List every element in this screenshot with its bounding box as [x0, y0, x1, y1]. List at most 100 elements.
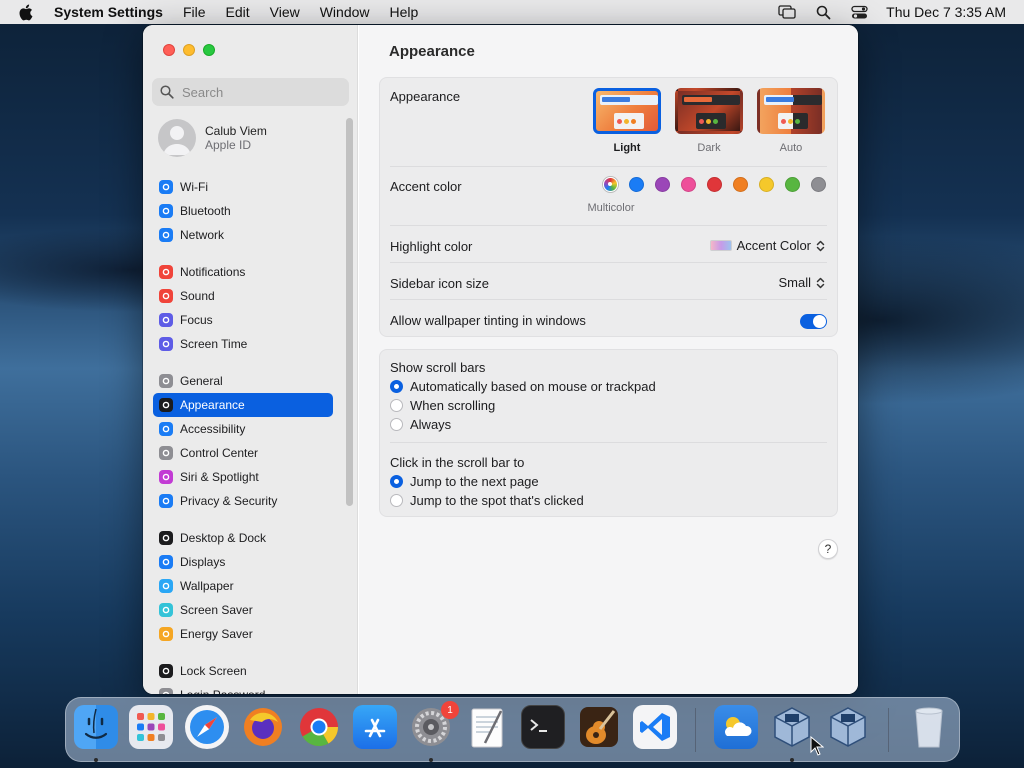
- sidebar-item-label: Screen Time: [180, 337, 248, 351]
- sidebar-item-control-center[interactable]: Control Center: [153, 441, 333, 465]
- screen-mirroring-icon[interactable]: [778, 4, 796, 20]
- radio-jump-next-page[interactable]: Jump to the next page: [390, 474, 539, 489]
- theme-option-auto[interactable]: Auto: [755, 88, 827, 154]
- sidebar-item-screen-time[interactable]: Screen Time: [153, 332, 333, 356]
- zoom-button[interactable]: [203, 44, 215, 56]
- sidebar-item-lock-screen[interactable]: Lock Screen: [153, 659, 333, 683]
- accent-swatch[interactable]: [681, 177, 696, 192]
- menu-window[interactable]: Window: [320, 4, 370, 20]
- sidebar-item-login-password[interactable]: Login Password: [153, 683, 333, 694]
- sidebar-item-privacy-security[interactable]: Privacy & Security: [153, 489, 333, 513]
- dock-virtualbox-vm[interactable]: [826, 705, 870, 749]
- radio-button: [390, 380, 403, 393]
- sound-icon: [159, 289, 173, 303]
- sidebar-item-appearance[interactable]: Appearance: [153, 393, 333, 417]
- dock-weather[interactable]: [714, 705, 758, 749]
- highlight-color-value: Accent Color: [736, 238, 811, 253]
- sidebar-item-wallpaper[interactable]: Wallpaper: [153, 574, 333, 598]
- radio-scroll-automatic[interactable]: Automatically based on mouse or trackpad: [390, 379, 656, 394]
- sidebar-item-network[interactable]: Network: [153, 223, 333, 247]
- terminal-icon: [530, 719, 547, 732]
- dock-terminal[interactable]: [521, 705, 565, 749]
- avatar: [158, 119, 196, 157]
- desktop-dock-icon: [159, 531, 173, 545]
- apple-menu-icon[interactable]: [18, 4, 40, 21]
- launchpad-icon: [137, 713, 165, 741]
- dock-safari[interactable]: [185, 705, 229, 749]
- running-indicator: [429, 758, 433, 762]
- sidebar-item-sound[interactable]: Sound: [153, 284, 333, 308]
- dock-firefox[interactable]: [241, 705, 285, 749]
- close-button[interactable]: [163, 44, 175, 56]
- help-button[interactable]: ?: [818, 539, 838, 559]
- accent-swatch-multicolor[interactable]: [603, 177, 618, 192]
- dock-app-store[interactable]: [353, 705, 397, 749]
- menu-help[interactable]: Help: [390, 4, 419, 20]
- menu-view[interactable]: View: [270, 4, 300, 20]
- theme-option-dark[interactable]: Dark: [673, 88, 745, 154]
- highlight-color-popup[interactable]: Accent Color: [709, 238, 825, 253]
- spotlight-search-icon[interactable]: [814, 4, 832, 20]
- radio-label: When scrolling: [410, 398, 496, 413]
- lock-icon: [159, 664, 173, 678]
- screen-time-icon: [159, 337, 173, 351]
- radio-jump-to-spot[interactable]: Jump to the spot that's clicked: [390, 493, 584, 508]
- dock-system-settings[interactable]: 1: [409, 701, 459, 749]
- dock-launchpad[interactable]: [129, 705, 173, 749]
- dock-chrome[interactable]: [297, 705, 341, 749]
- radio-scroll-when-scrolling[interactable]: When scrolling: [390, 398, 495, 413]
- sidebar-scrollbar[interactable]: [346, 118, 353, 506]
- sidebar-item-energy-saver[interactable]: Energy Saver: [153, 622, 333, 646]
- sidebar-item-general[interactable]: General: [153, 369, 333, 393]
- radio-scroll-always[interactable]: Always: [390, 417, 451, 432]
- wallpaper-tinting-label: Allow wallpaper tinting in windows: [390, 313, 586, 328]
- control-center-icon[interactable]: [850, 4, 868, 20]
- search-field[interactable]: Search: [152, 78, 349, 106]
- accent-swatch[interactable]: [629, 177, 644, 192]
- menubar-clock[interactable]: Thu Dec 7 3:35 AM: [886, 4, 1006, 20]
- sidebar-item-accessibility[interactable]: Accessibility: [153, 417, 333, 441]
- dock-finder[interactable]: [74, 705, 118, 749]
- sidebar-item-wi-fi[interactable]: Wi-Fi: [153, 175, 333, 199]
- theme-option-light[interactable]: Light: [591, 88, 663, 154]
- click-scroll-bar-label: Click in the scroll bar to: [390, 455, 525, 470]
- divider: [390, 166, 827, 167]
- accent-swatch[interactable]: [759, 177, 774, 192]
- sidebar-item-siri-spotlight[interactable]: Siri & Spotlight: [153, 465, 333, 489]
- dock-garageband[interactable]: [577, 705, 621, 749]
- dock-virtualbox[interactable]: [770, 705, 814, 749]
- dock-separator: [695, 708, 696, 752]
- menu-edit[interactable]: Edit: [226, 4, 250, 20]
- accent-swatch[interactable]: [655, 177, 670, 192]
- sidebar-item-desktop-dock[interactable]: Desktop & Dock: [153, 526, 333, 550]
- appearance-label: Appearance: [390, 89, 461, 104]
- menu-file[interactable]: File: [183, 4, 206, 20]
- sidebar-item-label: Lock Screen: [180, 664, 247, 678]
- running-indicator: [790, 758, 794, 762]
- trash-icon: [915, 707, 943, 748]
- accent-swatch[interactable]: [707, 177, 722, 192]
- sidebar-item-bluetooth[interactable]: Bluetooth: [153, 199, 333, 223]
- minimize-button[interactable]: [183, 44, 195, 56]
- sidebar-icon-size-popup[interactable]: Small: [778, 275, 825, 290]
- sidebar-item-label: Wi-Fi: [180, 180, 208, 194]
- sidebar-item-focus[interactable]: Focus: [153, 308, 333, 332]
- sidebar-item-notifications[interactable]: Notifications: [153, 260, 333, 284]
- radio-label: Jump to the spot that's clicked: [410, 493, 584, 508]
- sidebar-item-displays[interactable]: Displays: [153, 550, 333, 574]
- sidebar-item-label: Bluetooth: [180, 204, 231, 218]
- accent-swatch[interactable]: [733, 177, 748, 192]
- dock-textedit[interactable]: [465, 705, 509, 749]
- dock-trash[interactable]: [907, 705, 951, 749]
- app-menu[interactable]: System Settings: [54, 4, 163, 20]
- accent-swatch[interactable]: [811, 177, 826, 192]
- wallpaper-tinting-toggle[interactable]: [800, 314, 827, 329]
- radio-button: [390, 494, 403, 507]
- dock-vscode[interactable]: [633, 705, 677, 749]
- divider: [390, 225, 827, 226]
- sidebar-item-screen-saver[interactable]: Screen Saver: [153, 598, 333, 622]
- sidebar-item-label: Privacy & Security: [180, 494, 278, 508]
- sidebar-item-label: General: [180, 374, 223, 388]
- accent-swatch[interactable]: [785, 177, 800, 192]
- apple-id-profile[interactable]: Calub Viem Apple ID: [158, 119, 267, 157]
